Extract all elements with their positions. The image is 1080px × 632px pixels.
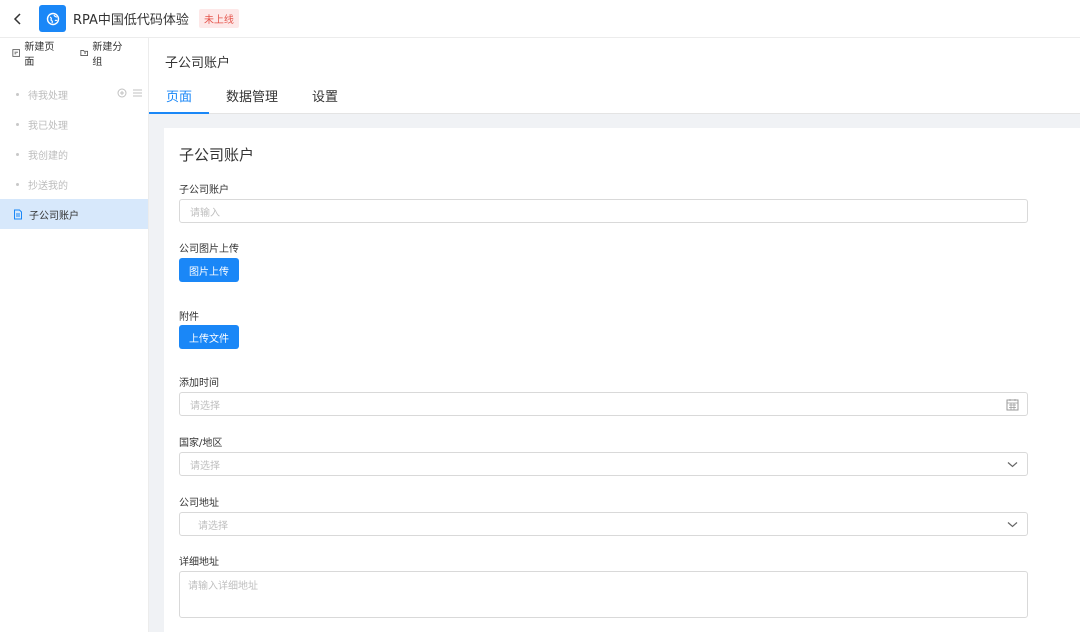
chevron-left-icon (13, 12, 21, 25)
image-upload-label: 公司图片上传 (179, 244, 239, 255)
bullet-dot (16, 122, 19, 126)
status-badge: 未上线 (198, 9, 239, 28)
country-select[interactable]: 请选择 (179, 452, 1028, 476)
sidebar-item-processed[interactable]: 我已处理 (0, 109, 148, 139)
sidebar-list: 待我处理 我已处理 我创建的 抄送我的 子公司账户 (0, 79, 148, 229)
upload-file-button[interactable]: 上传文件 (179, 325, 239, 349)
globe-icon (46, 12, 59, 25)
address-label: 公司地址 (179, 498, 219, 509)
tab-data-management[interactable]: 数据管理 (209, 86, 295, 114)
sidebar-item-label: 我已处理 (28, 120, 68, 132)
add-time-label: 添加时间 (179, 378, 219, 389)
app-logo (39, 5, 66, 32)
sidebar-item-label: 待我处理 (28, 90, 68, 102)
account-input[interactable]: 请输入 (179, 199, 1028, 223)
tab-settings[interactable]: 设置 (295, 86, 355, 114)
country-label: 国家/地区 (179, 438, 223, 449)
calendar-icon[interactable] (1006, 398, 1019, 411)
sidebar-item-created[interactable]: 我创建的 (0, 139, 148, 169)
new-page-label: 新建页面 (24, 42, 55, 68)
bullet-dot (16, 92, 19, 96)
add-time-placeholder: 请选择 (190, 400, 220, 412)
tab-page[interactable]: 页面 (149, 86, 210, 114)
top-bar: RPA中国低代码体验 未上线 (0, 0, 1080, 38)
sidebar-item-subsidiary-account[interactable]: 子公司账户 (0, 199, 148, 229)
menu-icon[interactable] (132, 88, 143, 98)
tab-bar: 页面 数据管理 设置 (149, 86, 355, 114)
sidebar-actions: 新建页面 新建分组 (0, 38, 148, 68)
address-select[interactable]: 请选择 (179, 512, 1028, 536)
new-group-label: 新建分组 (92, 42, 123, 68)
sidebar-item-label: 我创建的 (28, 150, 68, 162)
document-icon (14, 209, 22, 219)
new-page-button[interactable]: 新建页面 (12, 38, 58, 68)
detail-address-placeholder: 请输入详细地址 (188, 581, 258, 592)
country-placeholder: 请选择 (190, 460, 220, 472)
sidebar-item-cc[interactable]: 抄送我的 (0, 169, 148, 199)
account-label: 子公司账户 (179, 185, 229, 196)
new-group-button[interactable]: 新建分组 (80, 38, 126, 68)
image-upload-button[interactable]: 图片上传 (179, 258, 239, 282)
chevron-down-icon (1007, 462, 1018, 468)
attachment-label: 附件 (179, 312, 199, 323)
page-title: 子公司账户 (165, 56, 231, 71)
new-page-icon (12, 49, 20, 57)
sidebar: 新建页面 新建分组 待我处理 我已处理 我创建的 抄送我的 子公司账户 (0, 38, 149, 632)
sidebar-item-pending[interactable]: 待我处理 (0, 79, 148, 109)
chevron-down-icon (1007, 522, 1018, 528)
address-placeholder: 请选择 (198, 520, 228, 532)
account-placeholder: 请输入 (190, 207, 220, 219)
detail-address-label: 详细地址 (179, 557, 219, 568)
sidebar-item-tools (117, 88, 143, 98)
new-group-icon (80, 50, 88, 56)
sidebar-item-label: 抄送我的 (28, 180, 68, 192)
bullet-dot (16, 182, 19, 186)
form-card: 子公司账户 子公司账户 请输入 公司图片上传 图片上传 附件 上传文件 添加时间… (164, 128, 1080, 632)
add-time-picker[interactable]: 请选择 (179, 392, 1028, 416)
add-circle-icon[interactable] (117, 88, 127, 98)
form-title: 子公司账户 (179, 146, 255, 164)
content-header: 子公司账户 页面 数据管理 设置 (149, 38, 1080, 114)
detail-address-textarea[interactable]: 请输入详细地址 (179, 571, 1028, 618)
app-title: RPA中国低代码体验 (73, 13, 189, 28)
bullet-dot (16, 152, 19, 156)
back-button[interactable] (0, 0, 36, 38)
sidebar-item-label: 子公司账户 (29, 210, 79, 222)
